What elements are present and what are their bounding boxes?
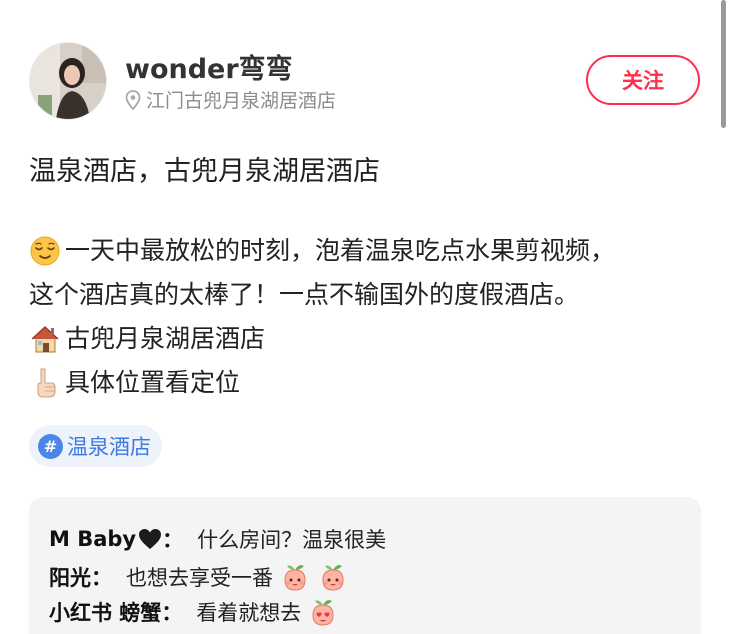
post-page: wonder弯弯 江门古兜月泉湖居酒店 关注 温泉酒店，古兜月泉湖居酒店 一天中… bbox=[0, 0, 730, 634]
comment-separator: ： bbox=[91, 566, 112, 590]
post-body: 一天中最放松的时刻，泡着温泉吃点水果剪视频， 这个酒店真的太棒了！一点不输国外的… bbox=[29, 229, 699, 405]
body-line: 这个酒店真的太棒了！一点不输国外的度假酒店。 bbox=[29, 273, 699, 317]
location-pin-icon bbox=[125, 89, 141, 110]
comments-panel[interactable]: M Baby ： 什么房间？温泉很美 阳光 ： 也想去享受一番 小红书 螃蟹 ：… bbox=[29, 497, 701, 634]
peach-heart-eyes-sticker-icon bbox=[312, 600, 334, 626]
body-line-text: 这个酒店真的太棒了！一点不输国外的度假酒店。 bbox=[29, 280, 580, 309]
pointing-down-emoji-icon bbox=[37, 368, 56, 398]
comment-author-name: 小红书 螃蟹 bbox=[49, 601, 162, 625]
comment-separator: ： bbox=[161, 601, 183, 625]
comment-author[interactable]: 阳光 bbox=[49, 562, 91, 592]
comment-author[interactable]: M Baby bbox=[49, 527, 162, 551]
body-line: 具体位置看定位 bbox=[29, 361, 699, 405]
comment-author-name: M Baby bbox=[49, 527, 137, 551]
body-line: 一天中最放松的时刻，泡着温泉吃点水果剪视频， bbox=[29, 229, 699, 273]
peach-sticker-icon bbox=[284, 565, 306, 591]
body-line: 古兜月泉湖居酒店 bbox=[29, 317, 699, 361]
house-emoji-icon bbox=[31, 326, 59, 353]
vertical-scrollbar[interactable] bbox=[721, 0, 726, 128]
avatar[interactable] bbox=[29, 42, 107, 120]
post-title: 温泉酒店，古兜月泉湖居酒店 bbox=[29, 156, 380, 187]
comment-author[interactable]: 小红书 螃蟹 bbox=[49, 597, 161, 627]
comment-item[interactable]: 小红书 螃蟹 ： 看着就想去 bbox=[49, 594, 339, 630]
body-line-text: 古兜月泉湖居酒店 bbox=[65, 324, 266, 353]
peach-sticker-icon bbox=[322, 565, 344, 591]
comment-text: 也想去享受一番 bbox=[126, 566, 273, 590]
comment-text: 看着就想去 bbox=[196, 601, 302, 625]
hashtag-label: 温泉酒店 bbox=[67, 435, 151, 459]
avatar-photo-icon bbox=[30, 43, 106, 119]
hashtag-chip[interactable]: # 温泉酒店 bbox=[29, 425, 162, 467]
comment-separator: ： bbox=[162, 528, 184, 552]
location-tag[interactable]: 江门古兜月泉湖居酒店 bbox=[125, 86, 336, 113]
comment-text: 什么房间？温泉很美 bbox=[197, 528, 387, 552]
author-name[interactable]: wonder弯弯 bbox=[125, 47, 293, 86]
body-line-text: 具体位置看定位 bbox=[65, 368, 241, 397]
relieved-face-emoji-icon bbox=[30, 236, 60, 266]
comment-item[interactable]: M Baby ： 什么房间？温泉很美 bbox=[49, 521, 386, 557]
comment-item[interactable]: 阳光 ： 也想去享受一番 bbox=[49, 559, 349, 595]
black-heart-emoji-icon bbox=[139, 529, 162, 549]
hashtag-icon: # bbox=[38, 433, 63, 459]
body-line-text: 一天中最放松的时刻，泡着温泉吃点水果剪视频， bbox=[65, 236, 616, 265]
follow-button[interactable]: 关注 bbox=[586, 55, 700, 105]
location-label: 江门古兜月泉湖居酒店 bbox=[146, 90, 337, 112]
comment-author-name: 阳光 bbox=[49, 566, 91, 590]
